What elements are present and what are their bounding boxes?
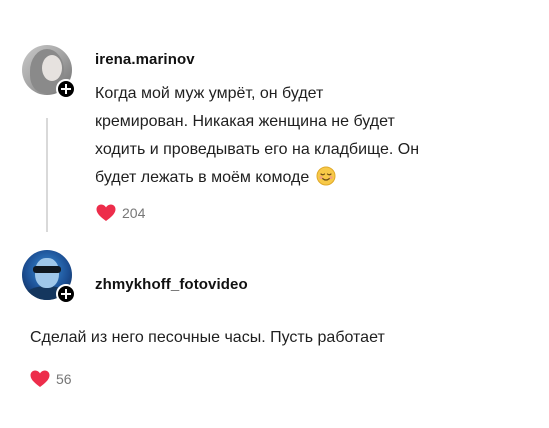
follow-plus-badge[interactable] (56, 79, 76, 99)
relieved-face-emoji-icon (316, 166, 336, 186)
comment-line: Когда мой муж умрёт, он будет (95, 85, 324, 102)
plus-icon (61, 84, 71, 94)
like-counter[interactable]: 56 (30, 370, 72, 388)
comment-line: кремирован. Никакая женщина не будет (95, 113, 395, 130)
comment-line: ходить и проведывать его на кладбище. Он (95, 141, 420, 158)
avatar[interactable] (22, 45, 76, 99)
username[interactable]: irena.marinov (95, 51, 195, 68)
follow-plus-badge[interactable] (56, 284, 76, 304)
comment-text: Сделай из него песочные часы. Пусть рабо… (30, 329, 385, 346)
thread-connector-line (46, 118, 48, 232)
plus-icon (61, 289, 71, 299)
like-count: 56 (56, 371, 72, 387)
comment-line: будет лежать в моём комоде (95, 169, 310, 186)
like-count: 204 (122, 205, 146, 221)
avatar[interactable] (22, 250, 76, 304)
username[interactable]: zhmykhoff_fotovideo (95, 276, 248, 293)
comment-text: Когда мой муж умрёт, он будет кремирован… (95, 80, 525, 192)
heart-icon[interactable] (30, 370, 50, 388)
like-counter[interactable]: 204 (96, 204, 145, 222)
heart-icon[interactable] (96, 204, 116, 222)
comment-line-with-emoji: будет лежать в моём комоде (95, 164, 525, 192)
comments-card: irena.marinov Когда мой муж умрёт, он бу… (0, 0, 549, 428)
